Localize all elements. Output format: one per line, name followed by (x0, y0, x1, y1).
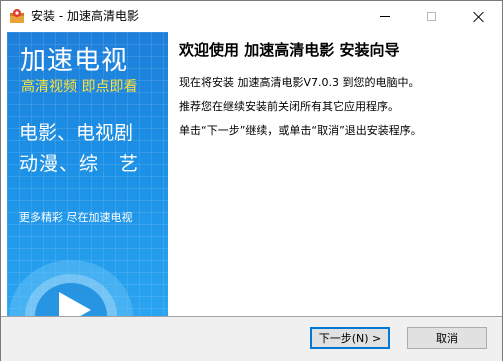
close-button[interactable] (455, 1, 501, 31)
installer-window: 安装 - 加速高清电影 加速电视 高清视频 即点即看 电影、电视剧 动漫、综 艺… (0, 0, 503, 361)
page-heading: 欢迎使用 加速高清电影 安装向导 (179, 41, 400, 59)
install-info-text: 现在将安装 加速高清电影V7.0.3 到您的电脑中。 (179, 76, 420, 89)
maximize-icon (426, 11, 436, 21)
side-banner: 加速电视 高清视频 即点即看 电影、电视剧 动漫、综 艺 更多精彩 尽在加速电视 (7, 32, 168, 316)
installer-icon (9, 8, 25, 24)
instructions-text: 单击“下一步”继续，或单击“取消”退出安装程序。 (179, 124, 422, 137)
window-title: 安装 - 加速高清电影 (31, 9, 139, 23)
minimize-button[interactable] (362, 1, 408, 31)
title-bar[interactable]: 安装 - 加速高清电影 (1, 1, 502, 31)
next-button[interactable]: 下一步(N) > (310, 327, 390, 349)
maximize-button[interactable] (408, 1, 454, 31)
banner-line-anime: 动漫、综 艺 (19, 153, 140, 175)
banner-tagline: 更多精彩 尽在加速电视 (19, 211, 133, 224)
play-icon (9, 260, 133, 316)
banner-title: 加速电视 (20, 46, 129, 76)
close-icon (473, 11, 484, 22)
minimize-icon (380, 15, 390, 17)
close-apps-text: 推荐您在继续安装前关闭所有其它应用程序。 (179, 100, 399, 113)
banner-line-movies: 电影、电视剧 (19, 122, 134, 144)
cancel-button[interactable]: 取消 (407, 327, 487, 349)
banner-subtitle: 高清视频 即点即看 (21, 79, 138, 95)
